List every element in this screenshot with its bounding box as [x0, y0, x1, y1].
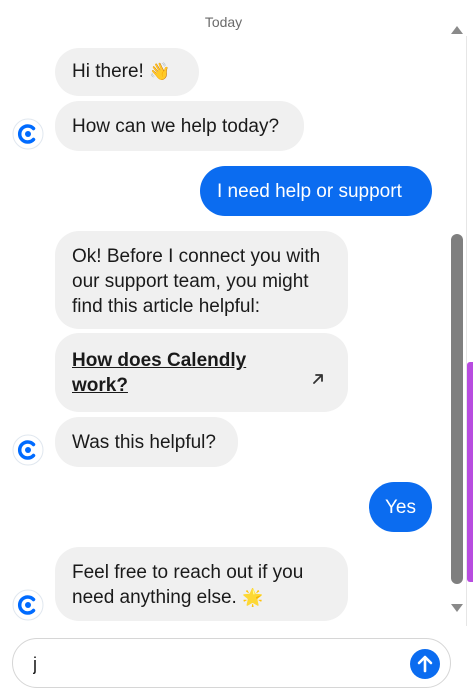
scroll-up-arrow-icon[interactable]	[451, 26, 463, 34]
scroll-down-arrow-icon[interactable]	[451, 604, 463, 612]
bot-message-help-question: How can we help today?	[55, 101, 304, 151]
send-button[interactable]	[410, 649, 440, 679]
article-card[interactable]: How does Calendly work?	[55, 333, 348, 412]
calendly-logo-icon	[12, 589, 44, 621]
user-message-request: I need help or support	[200, 166, 432, 216]
glowing-star-emoji: 🌟	[242, 588, 264, 607]
bot-message-greeting: Hi there! 👋	[55, 48, 199, 96]
closing-text: Feel free to reach out if you need anyth…	[72, 562, 304, 608]
scroll-thumb[interactable]	[451, 234, 463, 584]
background-edge	[467, 362, 473, 582]
bot-message-closing: Feel free to reach out if you need anyth…	[55, 547, 348, 621]
user-message-answer: Yes	[369, 482, 432, 532]
date-separator: Today	[204, 14, 243, 30]
article-link[interactable]: How does Calendly work?	[72, 348, 272, 398]
message-input[interactable]	[31, 651, 405, 677]
external-link-arrow-icon	[313, 374, 323, 384]
bot-message-intro: Ok! Before I connect you with our suppor…	[55, 231, 348, 329]
scrollbar[interactable]	[447, 0, 467, 630]
waving-hand-emoji: 👋	[149, 62, 171, 81]
bot-message-helpful-question: Was this helpful?	[55, 417, 238, 467]
calendly-logo-icon	[12, 434, 44, 466]
arrow-up-icon	[417, 655, 433, 673]
chat-transcript: Today Hi there! 👋 How can we help today?…	[0, 0, 447, 630]
calendly-logo-icon	[12, 118, 44, 150]
greeting-text: Hi there!	[72, 61, 144, 82]
message-composer	[12, 638, 451, 688]
